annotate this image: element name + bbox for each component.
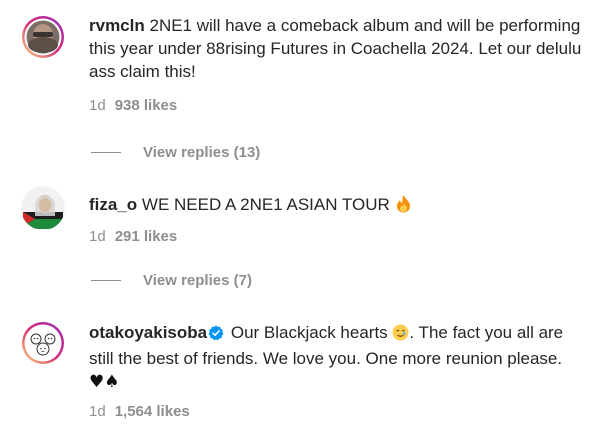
likes-count[interactable]: 1,564 likes <box>115 403 190 420</box>
divider-line <box>91 279 121 281</box>
username[interactable]: fiza_o <box>89 195 137 214</box>
comment-text: fiza_o WE NEED A 2NE1 ASIAN TOUR <box>89 193 589 219</box>
comment-meta: 1d 1,564 likes <box>89 403 190 420</box>
illustrated-avatar-icon <box>22 322 64 364</box>
comment-text: otakoyakisoba Our Blackjack hearts . The… <box>89 321 589 394</box>
comment-body: WE NEED A 2NE1 ASIAN TOUR <box>141 195 390 214</box>
comment-text: rvmcln 2NE1 will have a comeback album a… <box>89 14 589 83</box>
avatar[interactable] <box>21 321 65 365</box>
username[interactable]: rvmcln <box>89 16 145 35</box>
timestamp: 1d <box>89 403 106 420</box>
comment-meta: 1d 291 likes <box>89 228 177 245</box>
view-replies-label[interactable]: View replies (7) <box>143 272 252 289</box>
timestamp: 1d <box>89 228 106 245</box>
username[interactable]: otakoyakisoba <box>89 323 207 342</box>
likes-count[interactable]: 938 likes <box>115 97 178 114</box>
verified-badge-icon <box>208 324 224 347</box>
timestamp: 1d <box>89 97 106 114</box>
user-avatar-icon <box>21 186 65 230</box>
view-replies-button[interactable]: View replies (13) <box>91 141 260 163</box>
view-replies-button[interactable]: View replies (7) <box>91 269 252 291</box>
likes-count[interactable]: 291 likes <box>115 228 178 245</box>
avatar[interactable] <box>21 186 65 230</box>
divider-line <box>91 151 121 153</box>
comment-body-part1: Our Blackjack hearts <box>230 323 388 342</box>
comment-meta: 1d 938 likes <box>89 97 177 114</box>
fire-emoji-icon <box>395 194 412 219</box>
heart-spade-emoji: ♥♠ <box>89 372 120 392</box>
view-replies-label[interactable]: View replies (13) <box>143 144 260 161</box>
smiling-face-with-tear-emoji-icon <box>392 324 409 347</box>
comment-body: 2NE1 will have a comeback album and will… <box>89 16 582 81</box>
user-avatar-icon <box>22 16 64 58</box>
avatar[interactable] <box>21 15 65 59</box>
